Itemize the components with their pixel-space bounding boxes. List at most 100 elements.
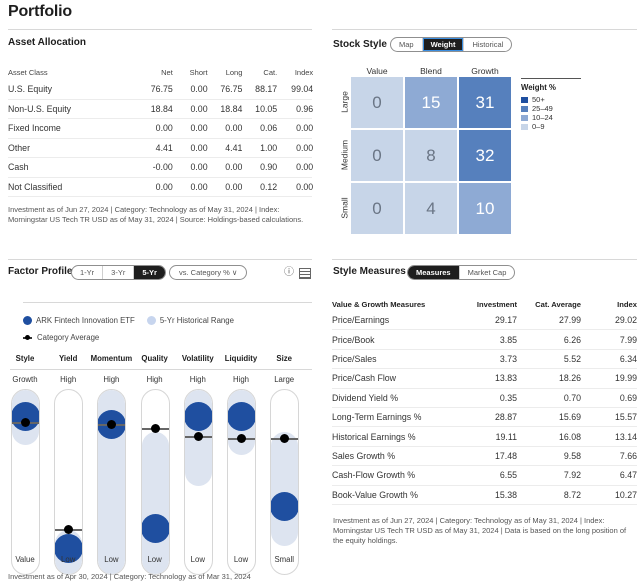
row-label-large: Large	[339, 91, 350, 113]
fund-position-dot	[184, 402, 212, 432]
cell-value: 5.52	[563, 353, 581, 364]
category-average-marker	[12, 418, 39, 428]
table-header: Asset Class Net Short Long Cat. Index	[8, 64, 314, 80]
category-average-marker	[184, 432, 212, 442]
factor-track-volatility	[183, 389, 213, 575]
page-title: Portfolio	[8, 3, 72, 20]
factor-legend-category: Category Average	[23, 333, 99, 342]
factor-track-style	[11, 389, 40, 575]
legend-label: 10–24	[532, 113, 553, 122]
table-row: Dividend Yield % 0.35 0.70 0.69	[332, 389, 637, 408]
cell-value: 7.99	[619, 334, 637, 345]
row-label-small: Small	[339, 197, 350, 219]
asset-class-name: Fixed Income	[8, 123, 61, 134]
cell-value: 3.85	[499, 334, 517, 345]
style-measures-table: Value & Growth Measures Investment Cat. …	[332, 297, 637, 505]
info-icon[interactable]: ⓘ	[284, 263, 294, 278]
cell-value: 0.00	[296, 123, 314, 134]
tab-historical[interactable]: Historical	[464, 38, 511, 51]
tab-5yr[interactable]: 5-Yr	[134, 266, 165, 279]
factor-header-momentum: Momentum	[90, 354, 133, 363]
factor-track-liquidity	[227, 389, 256, 575]
table-row: Cash -0.00 0.00 0.00 0.90 0.00	[8, 158, 313, 178]
cell-value: 99.04	[291, 84, 314, 95]
factor-header-yield: Yield	[59, 354, 78, 363]
cell-value: 0.00	[190, 162, 208, 173]
factor-bottom-label: Small	[274, 555, 294, 564]
factor-top-label: Large	[274, 375, 295, 384]
tab-measures[interactable]: Measures	[408, 266, 460, 279]
cell-value: 0.96	[296, 103, 314, 114]
measure-name: Long-Term Earnings %	[332, 412, 422, 423]
tab-weight[interactable]: Weight	[422, 38, 465, 51]
cell-value: 88.17	[255, 84, 278, 95]
column-header: Short	[189, 67, 208, 77]
factor-bottom-label: Low	[233, 555, 249, 564]
factor-header-style: Style	[15, 354, 35, 363]
table-row: U.S. Equity 76.75 0.00 76.75 88.17 99.04	[8, 80, 314, 100]
legend-swatch	[521, 96, 528, 103]
factor-track-yield	[54, 389, 84, 575]
cell-value: 0.00	[155, 123, 173, 134]
compare-dropdown-label: vs. Category % ∨	[179, 268, 238, 277]
cell-value: 18.84	[220, 103, 243, 114]
compare-dropdown[interactable]: vs. Category % ∨	[169, 265, 248, 280]
column-header: Net	[161, 67, 173, 77]
cell-value: 6.26	[563, 334, 581, 345]
table-row: Sales Growth % 17.48 9.58 7.66	[332, 447, 637, 467]
cell-value: 15.38	[494, 489, 517, 500]
cell-value: 29.02	[614, 315, 637, 326]
cell-value: 10.05	[255, 103, 278, 114]
cell-value: 0.06	[260, 123, 278, 134]
factor-bottom-label: Low	[61, 555, 76, 564]
style-box-cell-medium-growth: 32	[459, 130, 511, 181]
asset-class-name: U.S. Equity	[8, 84, 53, 95]
legend-label: 50+	[532, 95, 545, 104]
legend-item: 10–24	[521, 113, 556, 122]
measure-name: Price/Book	[332, 334, 375, 345]
cell-value: 0.00	[190, 181, 208, 192]
factor-header-liquidity: Liquidity	[224, 354, 258, 363]
column-header: Asset Class	[8, 67, 48, 77]
divider	[23, 302, 312, 303]
asset-allocation-footnote: Investment as of Jun 27, 2024 | Category…	[8, 205, 304, 224]
cell-value: 7.92	[563, 470, 581, 481]
cell-value: 0.00	[190, 142, 208, 153]
cell-value: 0.00	[225, 123, 243, 134]
divider	[332, 259, 637, 260]
legend-label: 0–9	[532, 122, 545, 131]
cell-value: 13.14	[614, 431, 637, 442]
category-average-marker	[55, 525, 83, 535]
tab-3yr[interactable]: 3-Yr	[103, 266, 135, 279]
cell-value: 0.90	[260, 162, 278, 173]
table-view-icon[interactable]	[299, 268, 311, 279]
factor-header-size: Size	[276, 354, 292, 363]
tab-1yr[interactable]: 1-Yr	[72, 266, 104, 279]
cell-value: 0.00	[296, 181, 314, 192]
table-row: Price/Sales 3.73 5.52 6.34	[332, 350, 637, 370]
style-box-cell-large-growth: 31	[459, 77, 511, 128]
range-dot-icon	[146, 316, 156, 325]
tab-map[interactable]: Map	[391, 38, 423, 51]
divider	[10, 369, 312, 370]
style-box-cell-large-value: 0	[351, 77, 403, 128]
table-header: Value & Growth Measures Investment Cat. …	[332, 297, 637, 311]
cell-value: -0.00	[152, 162, 173, 173]
legend-fund: ARK Fintech Innovation ETF	[36, 316, 135, 325]
column-header: Cat. Average	[535, 299, 581, 309]
cell-value: 29.17	[494, 315, 517, 326]
cell-value: 0.00	[296, 142, 314, 153]
stock-style-title: Stock Style	[333, 39, 387, 50]
cell-value: 76.75	[150, 84, 173, 95]
style-measures-title: Style Measures	[333, 266, 406, 277]
cell-value: 8.72	[563, 489, 581, 500]
table-row: Not Classified 0.00 0.00 0.00 0.12 0.00	[8, 178, 314, 197]
asset-class-name: Cash	[8, 162, 29, 173]
factor-track-quality	[140, 389, 170, 575]
table-row: Long-Term Earnings % 28.87 15.69 15.57	[332, 408, 637, 428]
legend-range: 5-Yr Historical Range	[159, 316, 234, 325]
tab-market-cap[interactable]: Market Cap	[460, 266, 515, 279]
column-header: Index	[294, 67, 314, 77]
category-average-marker	[98, 419, 126, 429]
cell-value: 0.00	[190, 103, 208, 114]
